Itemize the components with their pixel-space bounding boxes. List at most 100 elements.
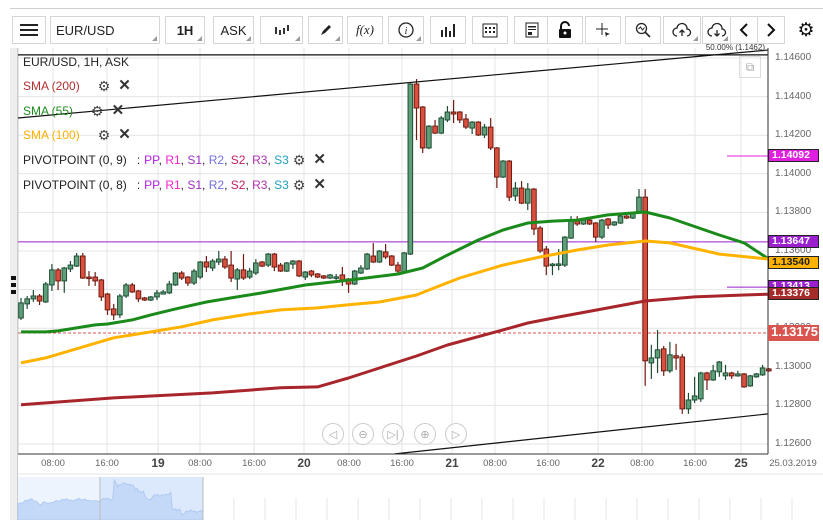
price-label: 1.13376: [768, 287, 819, 301]
gear-icon[interactable]: ⚙: [293, 153, 306, 167]
comma: ,: [158, 178, 162, 192]
candle: [55, 267, 61, 290]
indicator-label: SMA (100): [23, 128, 80, 142]
candle: [191, 268, 197, 285]
popout-button[interactable]: ⧉: [739, 56, 761, 78]
candle: [735, 370, 741, 377]
gear-icon[interactable]: ⚙: [293, 178, 306, 192]
close-icon[interactable]: ✕: [118, 78, 131, 93]
candle: [389, 255, 395, 267]
close-icon[interactable]: ✕: [313, 152, 326, 167]
zoom-in-button[interactable]: ⊕: [414, 423, 436, 445]
comma: ,: [202, 153, 206, 167]
zoom-out-button[interactable]: ⊖: [352, 423, 374, 445]
pivot-level-s3: S3: [274, 178, 289, 192]
candle-body: [463, 118, 469, 128]
go-to-end-button[interactable]: ▷|: [382, 423, 404, 445]
candle-body: [253, 262, 259, 274]
gear-icon[interactable]: ⚙: [98, 79, 111, 93]
candle: [407, 83, 414, 256]
candle-body: [395, 264, 401, 272]
candle-body: [710, 370, 716, 381]
candle: [30, 289, 37, 302]
candle: [296, 260, 302, 278]
candle: [605, 217, 611, 229]
candle-body: [80, 255, 86, 279]
sma-line-55[interactable]: [21, 210, 770, 334]
scroll-right-button[interactable]: ▷: [445, 423, 467, 445]
gear-icon[interactable]: ⚙: [91, 104, 104, 118]
candle: [147, 295, 154, 301]
candle-body: [747, 375, 754, 387]
candle-body: [321, 275, 327, 279]
candle: [185, 276, 191, 286]
candle: [636, 189, 642, 214]
gear-icon[interactable]: ⚙: [98, 128, 111, 142]
candle: [110, 303, 117, 320]
candle: [228, 251, 234, 283]
close-icon[interactable]: ✕: [118, 127, 131, 142]
pivot-level-s2: S2: [230, 178, 246, 192]
candle-body: [648, 357, 655, 364]
sma-line-100[interactable]: [20, 239, 769, 365]
candle: [73, 252, 80, 268]
candle: [49, 264, 55, 291]
candle-body: [512, 187, 519, 197]
legend-sma-55: SMA (55) ⚙ ✕: [23, 103, 125, 118]
close-icon[interactable]: ✕: [313, 177, 326, 192]
candle-body: [42, 283, 49, 303]
candle-body: [104, 293, 111, 311]
popout-icon: ⧉: [745, 59, 755, 74]
candle-body: [741, 373, 747, 388]
candle: [599, 218, 605, 240]
candle-body: [642, 196, 648, 362]
candle-body: [61, 267, 68, 282]
candle-body: [654, 349, 661, 359]
candle: [370, 243, 377, 263]
x-tick-label: 16:00: [390, 458, 414, 469]
candle-body: [259, 261, 265, 267]
candle-body: [586, 219, 593, 225]
candle-body: [617, 215, 624, 224]
candle-body: [123, 284, 129, 297]
candle: [18, 297, 24, 320]
y-tick-label: 1.14200: [775, 129, 812, 141]
candle-body: [308, 270, 315, 276]
candle: [364, 252, 370, 270]
candle: [753, 372, 760, 378]
candle-body: [537, 227, 543, 252]
close-icon[interactable]: ✕: [112, 103, 125, 118]
candle: [277, 262, 284, 273]
candle-body: [271, 253, 278, 268]
candle: [290, 260, 296, 269]
candle: [382, 244, 389, 260]
candle-body: [364, 253, 370, 270]
candle: [160, 289, 166, 295]
candle-body: [129, 284, 136, 293]
separator: :: [136, 153, 141, 167]
triangle-right-icon: ▷: [451, 428, 461, 441]
price-label: 1.13540: [768, 255, 819, 269]
candle-body: [469, 121, 475, 129]
candle-body: [110, 308, 117, 316]
candle-body: [228, 264, 234, 279]
scroll-left-button[interactable]: ◁: [322, 423, 344, 445]
candle: [531, 188, 537, 235]
chart-title: EUR/USD, 1H, ASK: [23, 55, 130, 69]
candle: [376, 250, 383, 263]
x-tick-label: 20: [297, 456, 311, 470]
candle-body: [240, 269, 247, 279]
candle: [123, 283, 129, 298]
candle-body: [389, 255, 395, 266]
candle: [611, 221, 618, 226]
skip-end-icon: ▷|: [387, 428, 399, 441]
candle: [333, 273, 339, 280]
candle: [67, 261, 74, 273]
candle-body: [636, 196, 642, 214]
candle: [92, 272, 98, 286]
candle: [135, 289, 142, 302]
candle: [487, 118, 494, 151]
candle: [444, 106, 451, 123]
candle-body: [456, 111, 463, 121]
candle: [592, 222, 599, 243]
